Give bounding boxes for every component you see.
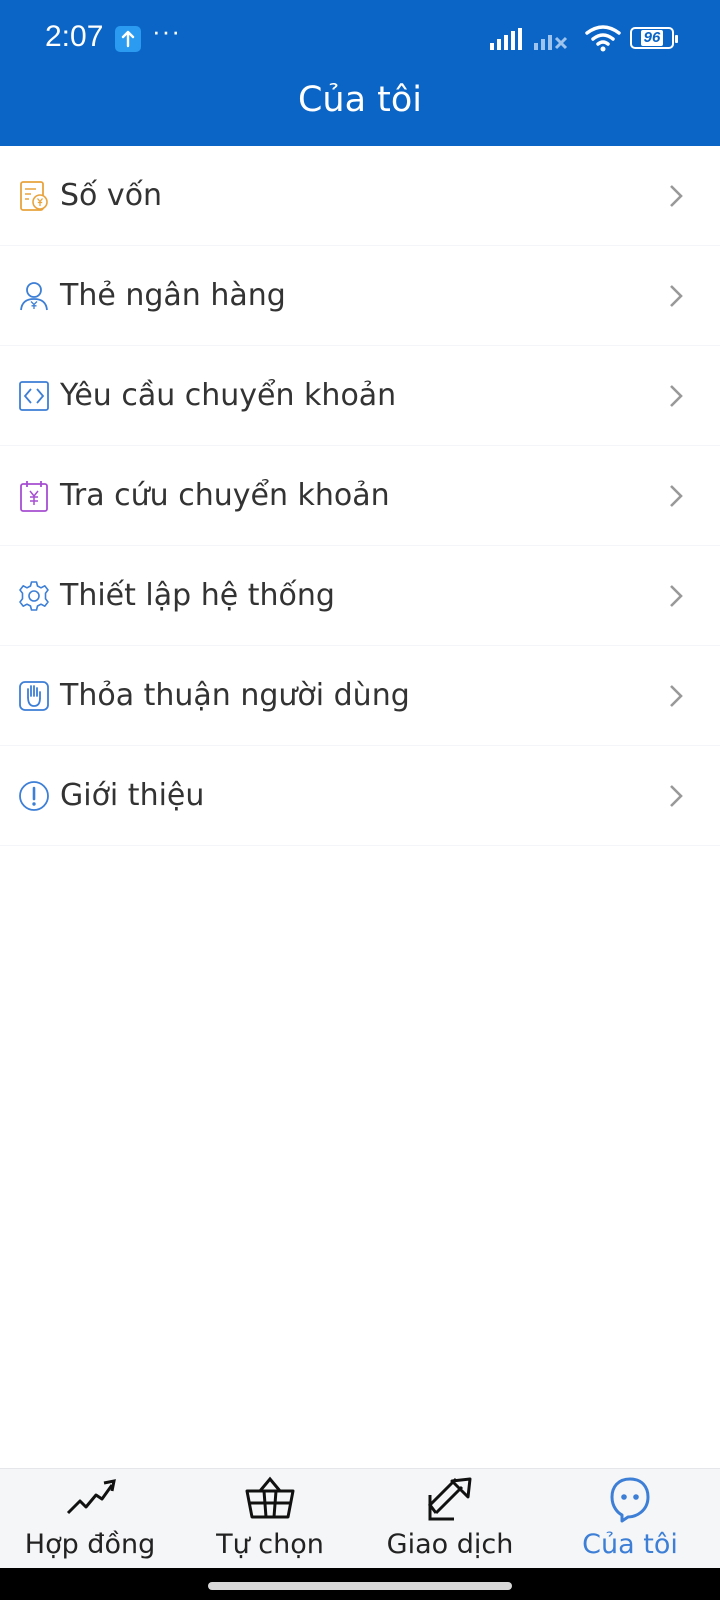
status-bar: 2:07 ··· 96 bbox=[0, 0, 720, 78]
upload-arrow-icon bbox=[115, 26, 141, 52]
menu-item-label: Yêu cầu chuyển khoản bbox=[60, 378, 397, 413]
menu-item-label: Thỏa thuận người dùng bbox=[60, 678, 410, 713]
tab-label: Hợp đồng bbox=[24, 1529, 156, 1560]
tab-label: Giao dịch bbox=[386, 1529, 514, 1560]
menu-item-label: Giới thiệu bbox=[60, 778, 205, 813]
chevron-right-icon bbox=[670, 784, 683, 807]
profile-face-icon bbox=[610, 1477, 650, 1523]
app-header: 2:07 ··· 96 Của tôi bbox=[0, 0, 720, 146]
tab-label: Của tôi bbox=[582, 1529, 678, 1560]
battery-level: 96 bbox=[640, 30, 664, 46]
gear-icon bbox=[18, 580, 50, 612]
profile-menu: Số vốn Thẻ ngân hàng Yêu cầu chuyển khoả… bbox=[0, 146, 720, 846]
chevron-right-icon bbox=[670, 184, 683, 207]
chevron-right-icon bbox=[670, 384, 683, 407]
tab-contracts[interactable]: Hợp đồng bbox=[0, 1469, 180, 1569]
status-time: 2:07 bbox=[45, 20, 104, 53]
page-title: Của tôi bbox=[297, 80, 423, 120]
chevron-right-icon bbox=[670, 684, 683, 707]
calendar-yuan-icon bbox=[18, 480, 50, 512]
chevron-right-icon bbox=[670, 584, 683, 607]
menu-item-bank-card[interactable]: Thẻ ngân hàng bbox=[0, 246, 720, 346]
info-exclamation-icon bbox=[18, 780, 50, 812]
chevron-right-icon bbox=[670, 284, 683, 307]
hand-icon bbox=[18, 680, 50, 712]
menu-item-capital[interactable]: Số vốn bbox=[0, 146, 720, 246]
wifi-icon bbox=[585, 25, 621, 52]
menu-item-label: Thẻ ngân hàng bbox=[60, 278, 286, 313]
bottom-tab-bar: Hợp đồng Tự chọn Giao dịch Của tôi bbox=[0, 1468, 720, 1568]
battery-icon: 96 bbox=[630, 27, 678, 49]
more-notifications-icon: ··· bbox=[152, 16, 181, 46]
menu-item-transfer-lookup[interactable]: Tra cứu chuyển khoản bbox=[0, 446, 720, 546]
tab-watchlist[interactable]: Tự chọn bbox=[180, 1469, 360, 1569]
menu-item-label: Số vốn bbox=[60, 178, 163, 213]
tab-label: Tự chọn bbox=[216, 1529, 324, 1560]
menu-item-user-agreement[interactable]: Thỏa thuận người dùng bbox=[0, 646, 720, 746]
signal-strength-icon bbox=[490, 28, 522, 50]
system-nav-bar bbox=[0, 1568, 720, 1600]
menu-item-label: Thiết lập hệ thống bbox=[60, 578, 335, 613]
trade-arrow-icon bbox=[428, 1477, 472, 1521]
trend-chart-icon bbox=[66, 1479, 116, 1515]
tab-profile[interactable]: Của tôi bbox=[540, 1469, 720, 1569]
user-yuan-icon bbox=[18, 280, 50, 312]
no-signal-icon bbox=[534, 35, 568, 50]
menu-item-system-settings[interactable]: Thiết lập hệ thống bbox=[0, 546, 720, 646]
tab-trading[interactable]: Giao dịch bbox=[360, 1469, 540, 1569]
menu-item-label: Tra cứu chuyển khoản bbox=[60, 478, 390, 513]
menu-item-transfer-request[interactable]: Yêu cầu chuyển khoản bbox=[0, 346, 720, 446]
capital-ledger-icon bbox=[18, 180, 50, 212]
chevron-right-icon bbox=[670, 484, 683, 507]
menu-item-about[interactable]: Giới thiệu bbox=[0, 746, 720, 846]
transfer-request-icon bbox=[18, 380, 50, 412]
home-indicator[interactable] bbox=[208, 1582, 512, 1590]
basket-icon bbox=[245, 1476, 295, 1519]
